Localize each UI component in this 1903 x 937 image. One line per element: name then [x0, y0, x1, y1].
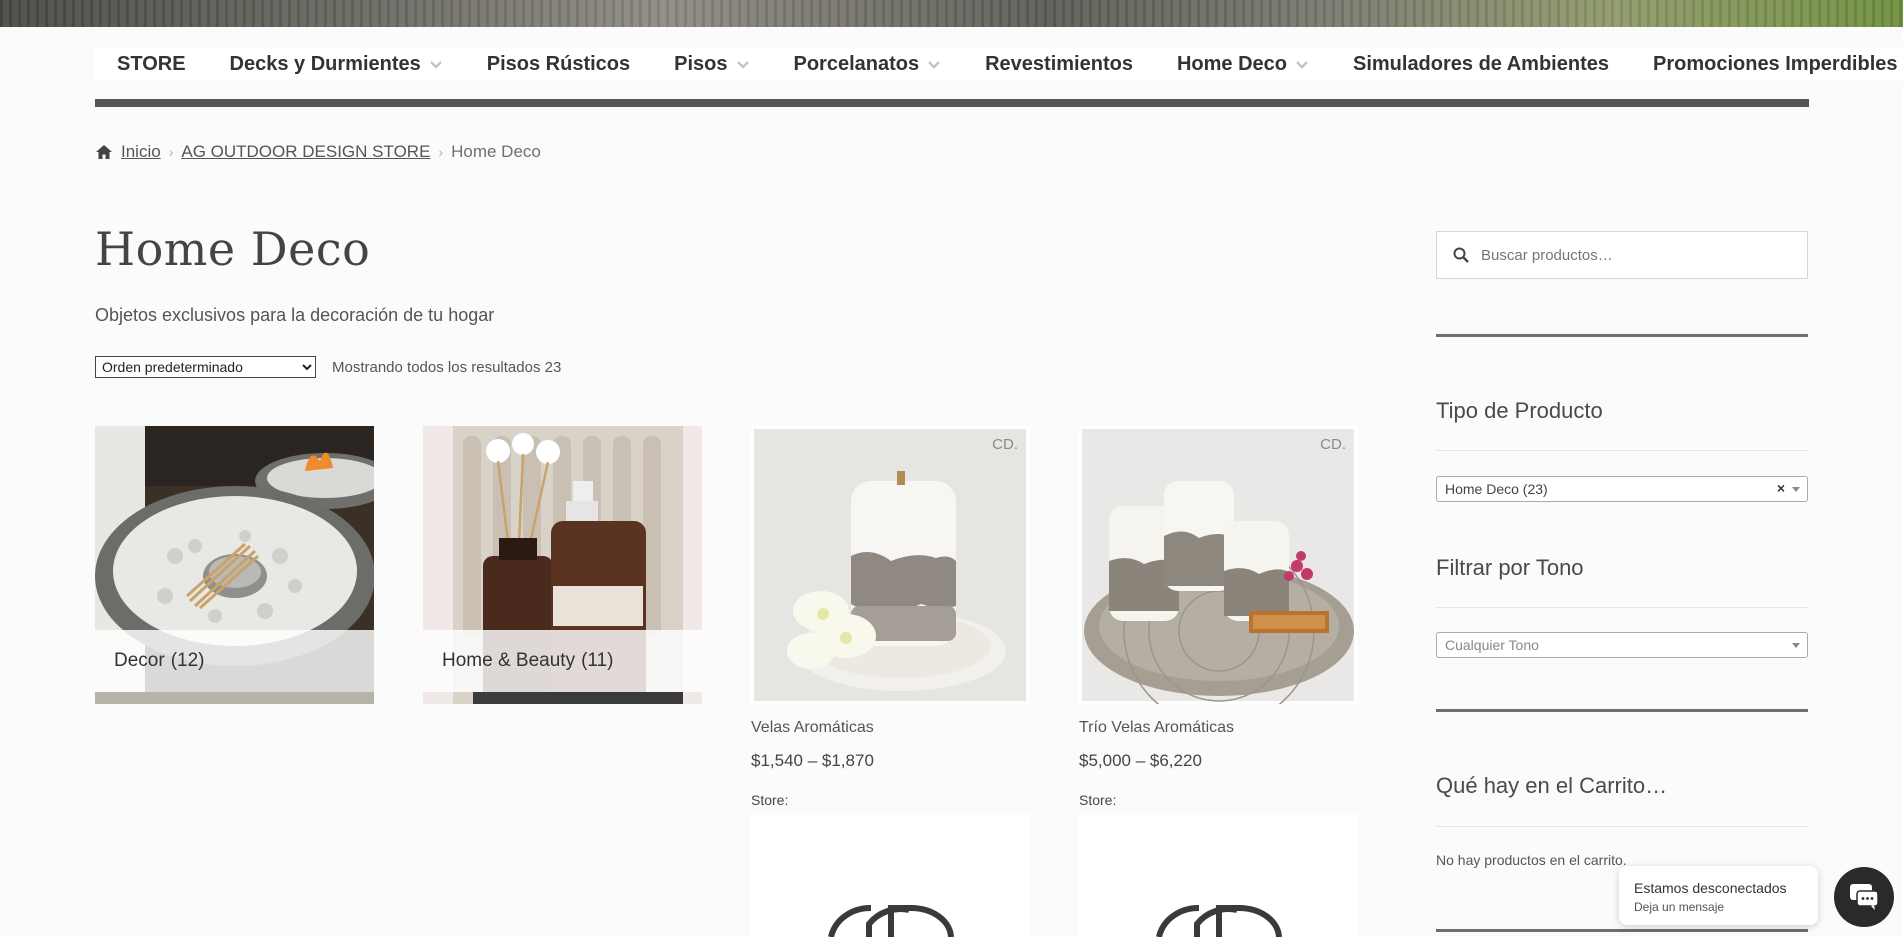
cart-empty-message: No hay productos en el carrito.	[1436, 852, 1627, 868]
product-search[interactable]	[1436, 231, 1808, 279]
store-label: Store:	[751, 792, 789, 808]
nav-item-label: Revestimientos	[985, 52, 1133, 75]
chevron-down-icon	[927, 55, 941, 69]
watermark-text: CD.	[992, 436, 1018, 453]
result-count: Mostrando todos los resultados 23	[332, 358, 562, 376]
product-image-velas-aromaticas[interactable]: CD.	[751, 426, 1030, 704]
nav-item-label: Pisos	[674, 52, 728, 75]
breadcrumb-store-link[interactable]: AG OUTDOOR DESIGN STORE	[181, 142, 430, 162]
candle-product-image	[751, 426, 1030, 704]
product-type-selected: Home Deco (23)	[1445, 481, 1548, 497]
store-label: Store:	[1079, 792, 1117, 808]
widget-title-divider	[1436, 450, 1808, 451]
watermark-text: CD.	[1320, 436, 1346, 453]
nav-item-pisos-rusticos[interactable]: Pisos Rústicos	[464, 47, 653, 81]
widget-title-divider	[1436, 607, 1808, 608]
chat-status-text: Estamos desconectados	[1634, 880, 1787, 896]
chevron-down-icon	[1295, 55, 1309, 69]
nav-item-label: Pisos Rústicos	[486, 52, 631, 75]
header-banner-image	[0, 0, 1903, 27]
nav-item-revestimientos[interactable]: Revestimientos	[963, 47, 1155, 81]
cart-widget-title: Qué hay en el Carrito…	[1436, 773, 1668, 798]
category-name: Decor	[114, 650, 165, 671]
chevron-down-icon	[429, 55, 443, 69]
product-price: $1,540 – $1,870	[751, 751, 874, 770]
home-icon	[95, 144, 113, 160]
category-label: Decor (12)	[95, 630, 374, 692]
clear-selection-icon[interactable]: ×	[1777, 480, 1785, 496]
chat-open-button[interactable]	[1834, 867, 1894, 927]
breadcrumb-separator-icon: ›	[168, 144, 174, 160]
nav-item-store[interactable]: STORE	[95, 47, 208, 81]
category-card-decor[interactable]: Decor (12)	[95, 426, 374, 704]
search-input[interactable]	[1481, 246, 1781, 264]
category-name: Home & Beauty	[442, 650, 576, 671]
widget-divider	[1436, 709, 1808, 712]
widget-title-divider	[1436, 826, 1808, 827]
nav-item-pisos[interactable]: Pisos	[652, 47, 772, 81]
nav-item-label: Decks y Durmientes	[229, 52, 421, 75]
chevron-down-icon	[736, 55, 750, 69]
sort-select[interactable]: Orden predeterminado	[95, 356, 316, 378]
category-label: Home & Beauty (11)	[423, 630, 702, 692]
breadcrumb-home-link[interactable]: Inicio	[121, 142, 161, 162]
category-card-home-beauty[interactable]: Home & Beauty (11)	[423, 426, 702, 704]
chat-action-text: Deja un mensaje	[1634, 900, 1725, 914]
candle-trio-product-image	[1079, 426, 1358, 704]
page-title: Home Deco	[95, 222, 371, 276]
main-navigation: STORE Decks y Durmientes Pisos Rústicos …	[95, 47, 1903, 99]
nav-item-label: Porcelanatos	[793, 52, 920, 75]
widget-divider	[1436, 929, 1808, 932]
product-type-select[interactable]: Home Deco (23) ×	[1436, 476, 1808, 502]
dropdown-arrow-icon	[1792, 643, 1800, 648]
sort-row: Orden predeterminado Mostrando todos los…	[95, 356, 561, 378]
category-count: (11)	[581, 650, 614, 671]
breadcrumb-current: Home Deco	[451, 142, 541, 161]
nav-item-home-deco[interactable]: Home Deco	[1154, 47, 1331, 81]
nav-item-porcelanatos[interactable]: Porcelanatos	[771, 47, 964, 81]
store-logo-image	[1079, 814, 1358, 937]
nav-item-label: Promociones Imperdibles	[1652, 52, 1898, 75]
nav-item-promociones-imperdibles[interactable]: Promociones Imperdibles	[1630, 47, 1903, 81]
tone-filter-widget-title: Filtrar por Tono	[1436, 555, 1584, 580]
dropdown-arrow-icon	[1792, 487, 1800, 492]
nav-item-decks-y-durmientes[interactable]: Decks y Durmientes	[207, 47, 465, 81]
cd-logo-icon	[1079, 814, 1358, 937]
category-count: (12)	[170, 650, 205, 671]
cd-logo-icon	[751, 814, 1030, 937]
nav-underline-bar	[95, 99, 1809, 107]
widget-divider	[1436, 334, 1808, 337]
tone-filter-select[interactable]: Cualquier Tono	[1436, 632, 1808, 658]
nav-item-label: Home Deco	[1176, 52, 1287, 75]
chat-status-bubble[interactable]: Estamos desconectados Deja un mensaje	[1619, 866, 1818, 925]
page-description: Objetos exclusivos para la decoración de…	[95, 305, 495, 325]
nav-item-simuladores-de-ambientes[interactable]: Simuladores de Ambientes	[1330, 47, 1631, 81]
breadcrumb: Inicio › AG OUTDOOR DESIGN STORE › Home …	[95, 140, 541, 164]
product-image-trio-velas-aromaticas[interactable]: CD.	[1079, 426, 1358, 704]
tone-filter-selected: Cualquier Tono	[1445, 637, 1539, 653]
nav-item-label: STORE	[117, 52, 186, 75]
product-name[interactable]: Trío Velas Aromáticas	[1079, 719, 1234, 737]
breadcrumb-separator-icon: ›	[438, 144, 444, 160]
nav-item-label: Simuladores de Ambientes	[1352, 52, 1609, 75]
search-icon	[1453, 247, 1469, 263]
chat-icon	[1849, 883, 1879, 911]
product-type-widget-title: Tipo de Producto	[1436, 398, 1603, 423]
product-price: $5,000 – $6,220	[1079, 751, 1202, 770]
product-name[interactable]: Velas Aromáticas	[751, 719, 874, 737]
store-logo-image	[751, 814, 1030, 937]
